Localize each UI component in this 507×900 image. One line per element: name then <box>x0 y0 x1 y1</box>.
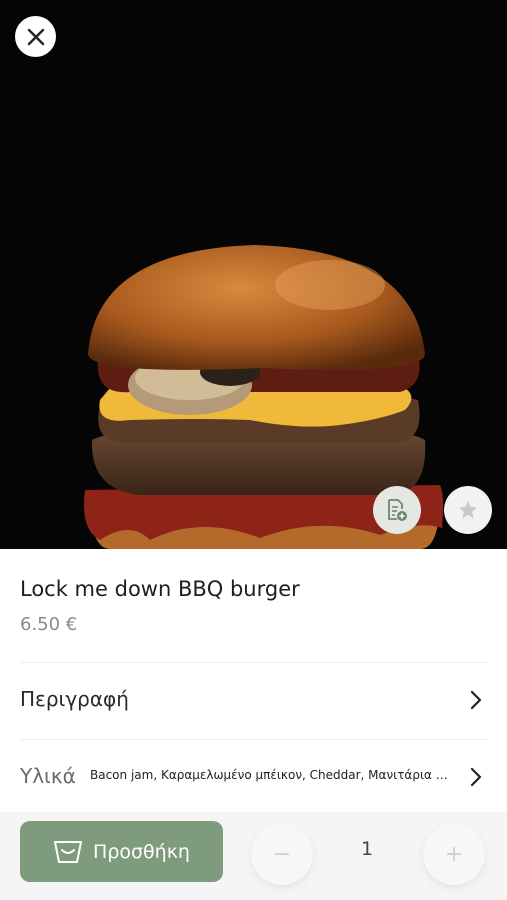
description-label[interactable]: Περιγραφή <box>20 687 129 711</box>
product-title: Lock me down BBQ burger <box>20 577 300 601</box>
quantity-value: 1 <box>360 838 374 860</box>
plus-icon: + <box>444 841 464 867</box>
note-add-icon <box>388 499 407 521</box>
burger-photo <box>84 245 444 549</box>
divider <box>20 662 487 663</box>
chevron-right-icon[interactable] <box>468 767 484 787</box>
product-image <box>0 0 507 549</box>
star-icon <box>458 500 478 519</box>
add-to-cart-label: Προσθήκη <box>93 840 190 863</box>
divider <box>20 739 487 740</box>
minus-icon: − <box>272 841 292 867</box>
favorite-button[interactable] <box>444 486 492 534</box>
product-price: 6.50 € <box>20 614 78 635</box>
ingredients-text: Bacon jam, Καραμελωμένο μπέικον, Cheddar… <box>90 768 448 782</box>
decrease-quantity-button[interactable]: − <box>251 823 313 885</box>
chevron-right-icon[interactable] <box>468 690 484 710</box>
ingredients-label[interactable]: Υλικά <box>20 764 76 788</box>
add-note-button[interactable] <box>373 486 421 534</box>
close-icon <box>27 28 44 45</box>
basket-icon <box>54 840 83 863</box>
close-button[interactable] <box>15 16 56 57</box>
increase-quantity-button[interactable]: + <box>423 823 485 885</box>
add-to-cart-button[interactable]: Προσθήκη <box>20 821 223 882</box>
